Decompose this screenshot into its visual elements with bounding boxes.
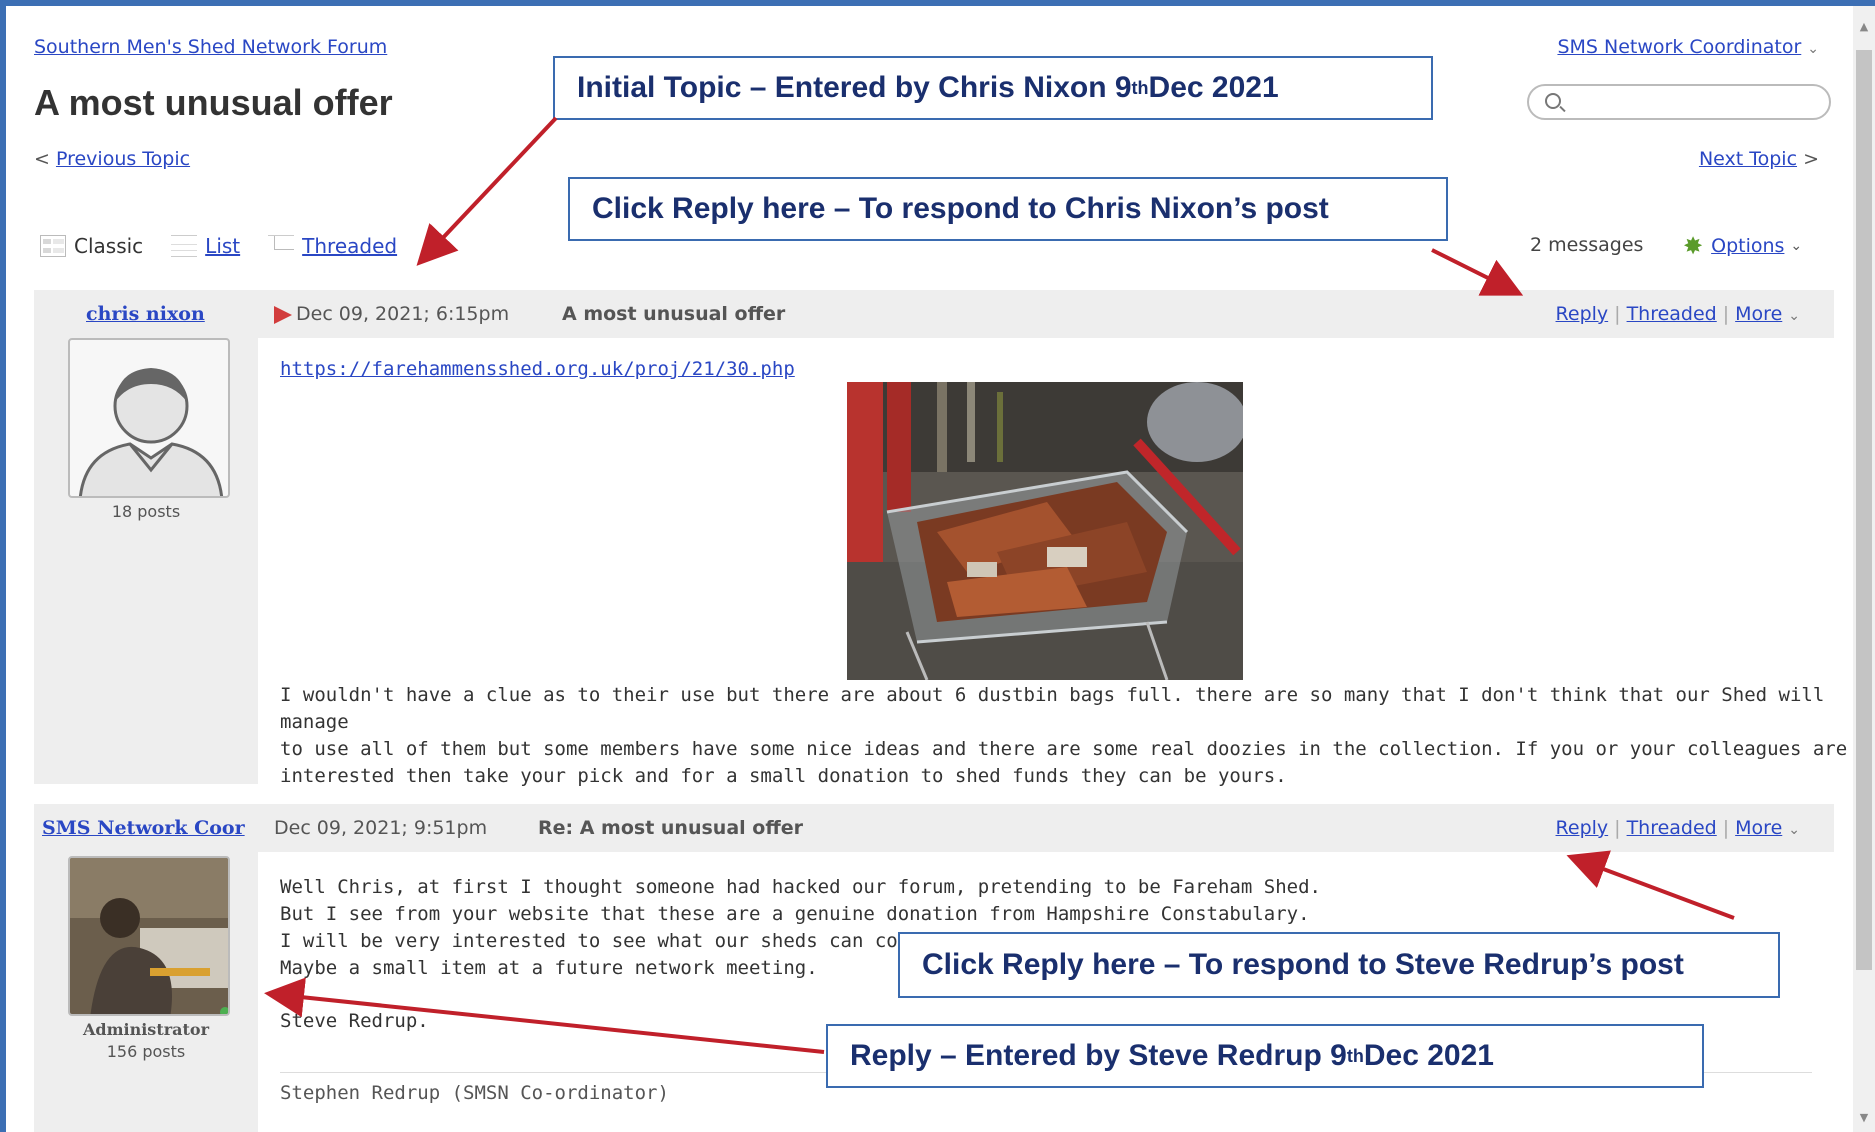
callout-text: Initial Topic – Entered by Chris Nixon 9 [577,71,1132,104]
post-1-more-link[interactable]: More [1735,303,1782,325]
callout-reply-steve: Click Reply here – To respond to Steve R… [898,932,1780,998]
chevron-right-icon: > [1803,148,1819,170]
post-1-actions: Reply | Threaded | More ⌄ [1556,303,1800,325]
options-menu[interactable]: ✸ Options ⌄ [1683,232,1802,260]
separator: | [1722,817,1730,839]
chevron-down-icon[interactable]: ⌄ [1807,41,1819,57]
options-link[interactable]: Options [1711,235,1784,257]
user-photo-image [70,858,228,1014]
next-topic-nav[interactable]: Next Topic > [1699,148,1819,170]
chevron-down-icon[interactable]: ⌄ [1788,822,1800,838]
post-2-signature: Stephen Redrup (SMSN Co-ordinator) [280,1082,669,1104]
view-classic-label: Classic [74,234,144,258]
post-1-subject: A most unusual offer [562,303,786,325]
chevron-left-icon: < [34,148,50,170]
scrollbar-thumb[interactable] [1856,50,1872,970]
body-line: But I see from your website that these a… [280,903,1310,925]
classic-view-icon [40,235,66,257]
post-2-author-link[interactable]: SMS Network Coor [42,817,245,839]
previous-topic-nav[interactable]: < Previous Topic [34,148,190,170]
view-classic[interactable]: Classic [40,234,143,258]
previous-topic-link[interactable]: Previous Topic [56,148,190,170]
view-threaded[interactable]: Threaded [268,234,397,258]
list-view-icon [171,235,198,257]
callout-text: Dec 2021 [1148,71,1279,104]
callout-initial-topic: Initial Topic – Entered by Chris Nixon 9… [553,56,1433,120]
next-topic-link[interactable]: Next Topic [1699,148,1797,170]
callout-text: Reply – Entered by Steve Redrup 9 [850,1039,1347,1072]
separator: | [1722,303,1730,325]
vertical-scrollbar[interactable]: ▲ ▼ [1853,6,1875,1132]
scroll-down-icon[interactable]: ▼ [1853,1111,1875,1124]
breadcrumb-forum-link[interactable]: Southern Men's Shed Network Forum [34,36,387,58]
post-2-subject: Re: A most unusual offer [538,817,803,839]
view-list-link[interactable]: List [205,234,240,258]
avatar[interactable] [68,338,230,498]
separator: | [1614,303,1621,325]
separator: | [1614,817,1621,839]
post-1-body-text: I wouldn't have a clue as to their use b… [280,682,1875,790]
callout-sup: th [1131,77,1149,98]
post-2-signoff: Steve Redrup. [280,1010,429,1032]
post-1-url-link[interactable]: https://farehammensshed.org.uk/proj/21/3… [280,358,795,380]
message-count: 2 messages [1530,234,1644,256]
view-threaded-link[interactable]: Threaded [302,234,397,258]
post-1-photo-shopping-trolley [847,382,1243,680]
chevron-down-icon[interactable]: ⌄ [1788,308,1800,324]
post-1-threaded-link[interactable]: Threaded [1627,303,1717,325]
post-2-more-link[interactable]: More [1735,817,1782,839]
default-user-icon [79,368,223,496]
chevron-down-icon[interactable]: ⌄ [1790,238,1802,254]
view-switcher: Classic List Threaded [40,234,425,258]
gear-icon: ✸ [1683,232,1704,260]
post-1-header: chris nixon Dec 09, 2021; 6:15pm A most … [34,290,1834,338]
view-list[interactable]: List [171,234,240,258]
callout-reply-entered: Reply – Entered by Steve Redrup 9th Dec … [826,1024,1704,1088]
post-2-actions: Reply | Threaded | More ⌄ [1556,817,1800,839]
post-2-author-post-count: 156 posts [106,1042,186,1061]
callout-text: Dec 2021 [1363,1039,1494,1072]
body-line: Well Chris, at first I thought someone h… [280,876,1321,898]
user-menu[interactable]: SMS Network Coordinator ⌄ [1557,36,1819,58]
body-line: interested then take your pick and for a… [280,765,1287,787]
avatar[interactable] [68,856,230,1016]
search-icon [1545,93,1561,109]
page-title: A most unusual offer [34,82,393,123]
post-1-reply-link[interactable]: Reply [1556,303,1609,325]
post-2-date: Dec 09, 2021; 9:51pm [274,817,488,839]
callout-sup: th [1346,1045,1364,1066]
trolley-photo-image [847,382,1243,680]
post-1-author-link[interactable]: chris nixon [86,303,205,325]
post-2-threaded-link[interactable]: Threaded [1627,817,1717,839]
post-1-date: Dec 09, 2021; 6:15pm [274,303,509,325]
new-post-flag-icon [274,305,292,324]
post-2-header: SMS Network Coor Dec 09, 2021; 9:51pm Re… [34,804,1834,852]
post-1-author-post-count: 18 posts [111,502,181,521]
post-2-author-role: Administrator [82,1020,209,1039]
callout-reply-chris: Click Reply here – To respond to Chris N… [568,177,1448,241]
scroll-up-icon[interactable]: ▲ [1853,20,1875,33]
search-input[interactable] [1527,84,1831,120]
body-line: to use all of them but some members have… [280,738,1848,760]
threaded-view-icon [268,235,295,257]
post-2-reply-link[interactable]: Reply [1556,817,1609,839]
body-line: I wouldn't have a clue as to their use b… [280,684,1825,733]
post-1-date-text: Dec 09, 2021; 6:15pm [296,303,510,325]
user-menu-label[interactable]: SMS Network Coordinator [1557,36,1801,58]
